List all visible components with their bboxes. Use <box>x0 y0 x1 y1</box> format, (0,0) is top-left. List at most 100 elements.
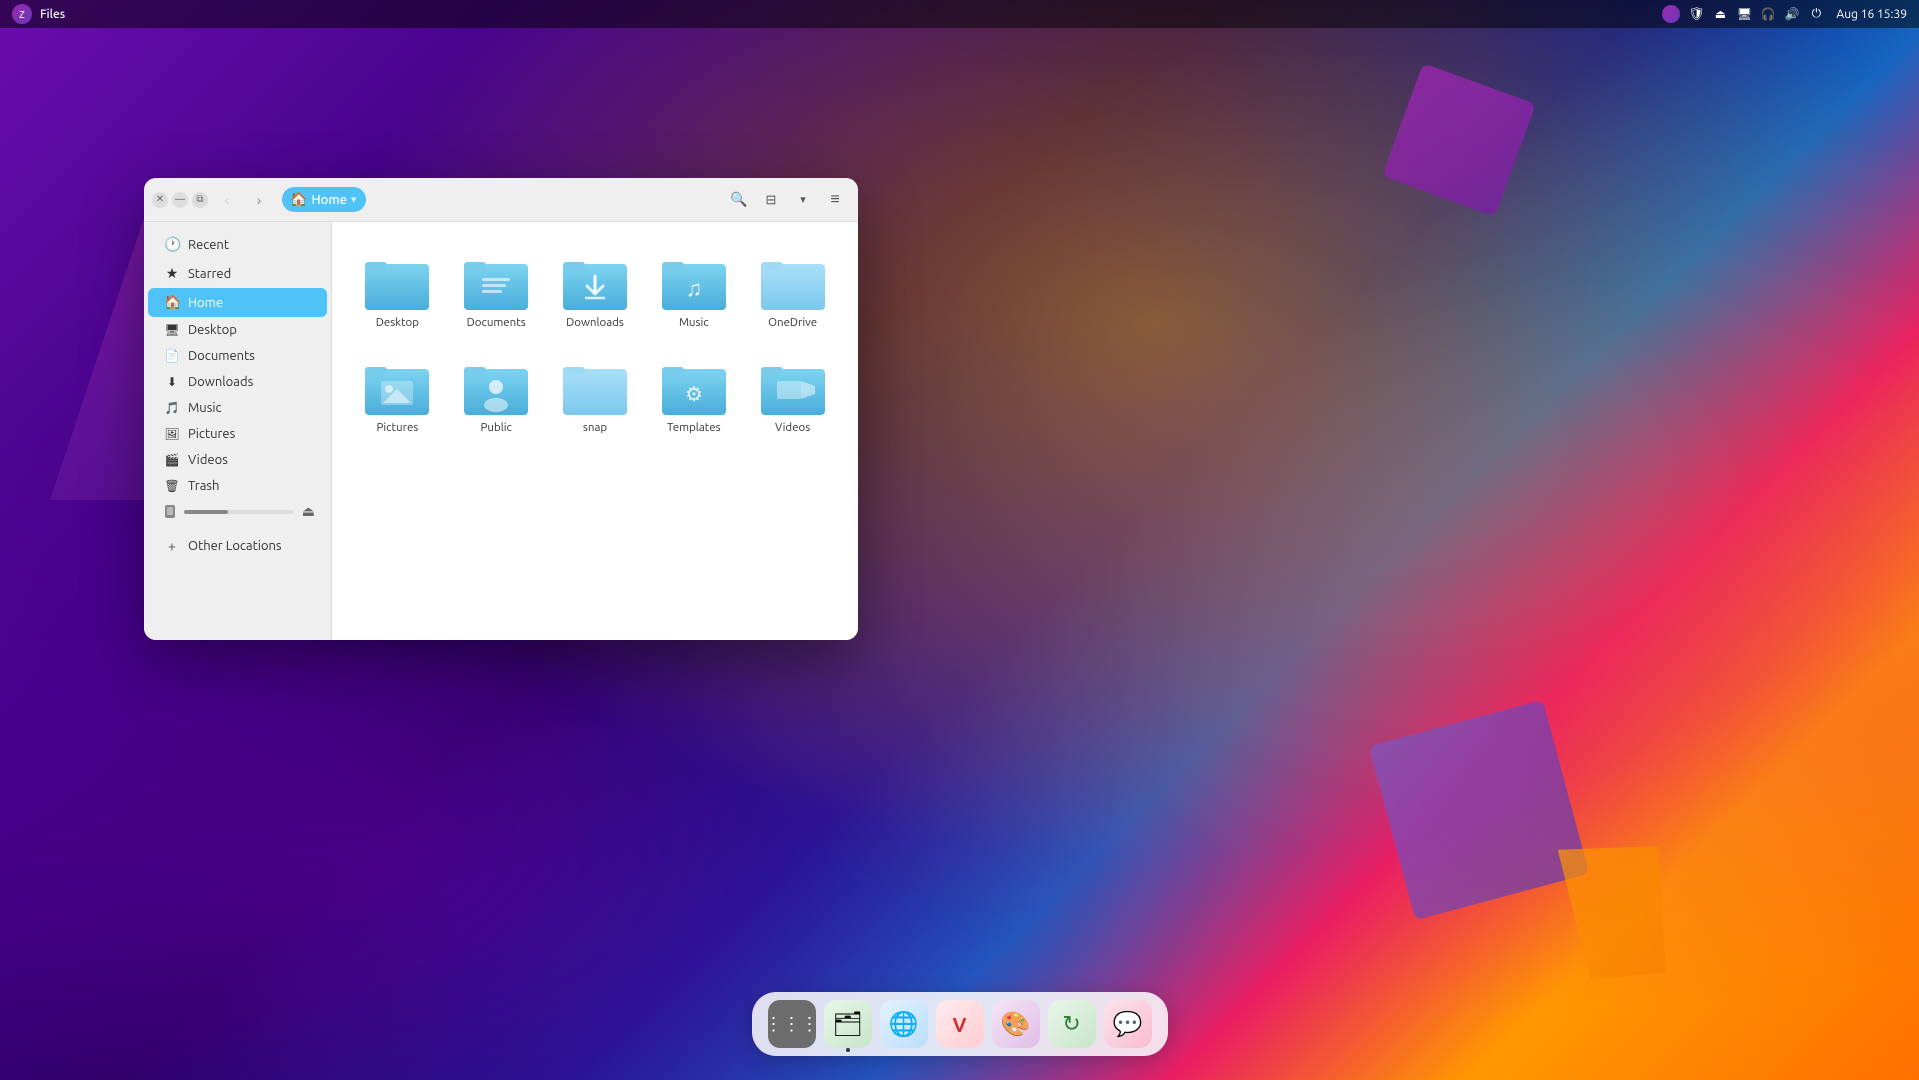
downloads-icon: ⬇ <box>164 375 180 389</box>
back-button[interactable]: ‹ <box>214 187 240 213</box>
dock-item-colors[interactable]: 🎨 <box>992 1000 1040 1048</box>
home-sidebar-icon: 🏠 <box>164 294 180 311</box>
topbar: Z Files 🛡 ⏏ 🖥 🎧 🔊 ⏻ Aug 16 15:39 <box>0 0 1919 28</box>
videos-icon: 🎬 <box>164 453 180 467</box>
recent-icon: 🕐 <box>164 236 180 253</box>
trash-icon: 🗑 <box>164 479 180 493</box>
topbar-app-name: Files <box>40 8 65 21</box>
close-button[interactable]: ✕ <box>152 192 168 208</box>
minimize-button[interactable]: — <box>172 192 188 208</box>
svg-text:♫: ♫ <box>686 276 703 301</box>
dock-active-dot <box>846 1048 850 1052</box>
profile-icon[interactable] <box>1662 5 1680 23</box>
sidebar-item-music-label: Music <box>188 401 222 415</box>
window-body: 🕐 Recent ★ Starred 🏠 Home 🖥 Desktop 📄 Do <box>144 222 858 640</box>
file-item-desktop[interactable]: Desktop <box>352 242 443 339</box>
pictures-icon: 🖼 <box>164 427 180 441</box>
file-name-pictures: Pictures <box>377 421 419 436</box>
view-list-button[interactable]: ⊟ <box>756 185 786 215</box>
titlebar-actions: 🔍 ⊟ ▾ ≡ <box>724 185 850 215</box>
music-icon: 🎵 <box>164 401 180 415</box>
file-item-music[interactable]: ♫ Music <box>648 242 739 339</box>
file-name-documents: Documents <box>467 316 526 331</box>
home-icon: 🏠 <box>290 191 307 208</box>
folder-icon-snap <box>563 359 627 415</box>
chat-icon: 💬 <box>1113 1010 1143 1038</box>
sidebar-item-home[interactable]: 🏠 Home <box>148 288 327 317</box>
file-item-downloads[interactable]: Downloads <box>550 242 641 339</box>
sidebar-item-recent-label: Recent <box>188 238 229 252</box>
restore-button[interactable]: ⧉ <box>192 192 208 208</box>
topbar-right: 🛡 ⏏ 🖥 🎧 🔊 ⏻ Aug 16 15:39 <box>1662 5 1907 23</box>
eject-icon[interactable]: ⏏ <box>1712 6 1728 22</box>
file-item-snap[interactable]: snap <box>550 347 641 444</box>
sidebar-item-starred[interactable]: ★ Starred <box>148 259 327 288</box>
browser-icon: 🌐 <box>889 1010 919 1038</box>
dock-item-vivaldi[interactable]: V <box>936 1000 984 1048</box>
dock-item-files[interactable]: 🗂 <box>824 1000 872 1048</box>
file-item-documents[interactable]: Documents <box>451 242 542 339</box>
update-icon: ↻ <box>1062 1011 1080 1037</box>
sidebar-item-music[interactable]: 🎵 Music <box>148 395 327 421</box>
forward-button[interactable]: › <box>246 187 272 213</box>
sidebar-item-trash[interactable]: 🗑 Trash <box>148 473 327 499</box>
file-item-onedrive[interactable]: OneDrive <box>747 242 838 339</box>
topbar-datetime: Aug 16 15:39 <box>1836 8 1907 21</box>
location-bar[interactable]: 🏠 Home ▾ <box>282 187 366 212</box>
sidebar-item-documents-label: Documents <box>188 349 255 363</box>
power-icon[interactable]: ⏻ <box>1808 6 1824 22</box>
sidebar-item-videos-label: Videos <box>188 453 228 467</box>
search-button[interactable]: 🔍 <box>724 185 754 215</box>
dock-item-apps[interactable]: ⋮⋮⋮ <box>768 1000 816 1048</box>
sidebar-drive[interactable]: ⏏ <box>148 499 327 524</box>
file-name-videos: Videos <box>775 421 810 436</box>
file-item-pictures[interactable]: Pictures <box>352 347 443 444</box>
desktop-icon: 🖥 <box>164 323 180 337</box>
folder-icon-downloads <box>563 254 627 310</box>
folder-icon-pictures <box>365 359 429 415</box>
sidebar-item-pictures-label: Pictures <box>188 427 235 441</box>
folder-icon-templates: ⚙ <box>662 359 726 415</box>
shield-icon[interactable]: 🛡 <box>1688 6 1704 22</box>
sidebar-item-downloads[interactable]: ⬇ Downloads <box>148 369 327 395</box>
file-item-templates[interactable]: ⚙ Templates <box>648 347 739 444</box>
menu-button[interactable]: ≡ <box>820 185 850 215</box>
sidebar-item-videos[interactable]: 🎬 Videos <box>148 447 327 473</box>
drive-icon <box>164 505 176 519</box>
volume-icon[interactable]: 🔊 <box>1784 6 1800 22</box>
activities-icon[interactable]: Z <box>12 4 32 24</box>
folder-icon-documents <box>464 254 528 310</box>
drive-usage-bar <box>184 510 228 514</box>
file-name-music: Music <box>679 316 709 331</box>
file-name-templates: Templates <box>667 421 721 436</box>
sidebar-item-downloads-label: Downloads <box>188 375 253 389</box>
file-name-snap: snap <box>583 421 607 436</box>
sidebar-item-documents[interactable]: 📄 Documents <box>148 343 327 369</box>
view-options-button[interactable]: ▾ <box>788 185 818 215</box>
dock-item-browser[interactable]: 🌐 <box>880 1000 928 1048</box>
sidebar-item-trash-label: Trash <box>188 479 219 493</box>
file-item-videos[interactable]: Videos <box>747 347 838 444</box>
taskbar-dock: ⋮⋮⋮ 🗂 🌐 V 🎨 ↻ 💬 <box>752 992 1168 1056</box>
files-grid: Desktop Documents <box>352 242 838 444</box>
other-locations-icon: + <box>164 538 180 554</box>
documents-icon: 📄 <box>164 349 180 363</box>
apps-grid-icon: ⋮⋮⋮ <box>765 1015 819 1033</box>
colors-icon: 🎨 <box>1001 1010 1031 1038</box>
file-item-public[interactable]: Public <box>451 347 542 444</box>
headphone-icon[interactable]: 🎧 <box>1760 6 1776 22</box>
sidebar-item-desktop[interactable]: 🖥 Desktop <box>148 317 327 343</box>
monitor-icon[interactable]: 🖥 <box>1736 6 1752 22</box>
chevron-down-icon: ▾ <box>800 193 806 206</box>
drive-eject-icon[interactable]: ⏏ <box>302 503 315 520</box>
dock-item-chat[interactable]: 💬 <box>1104 1000 1152 1048</box>
sidebar-item-pictures[interactable]: 🖼 Pictures <box>148 421 327 447</box>
hamburger-icon: ≡ <box>830 191 839 209</box>
sidebar-item-other-locations-label: Other Locations <box>188 539 282 553</box>
titlebar: ✕ — ⧉ ‹ › 🏠 Home ▾ 🔍 ⊟ ▾ ≡ <box>144 178 858 222</box>
dock-item-update[interactable]: ↻ <box>1048 1000 1096 1048</box>
file-name-public: Public <box>481 421 512 436</box>
sidebar-item-other-locations[interactable]: + Other Locations <box>148 532 327 560</box>
sidebar-item-recent[interactable]: 🕐 Recent <box>148 230 327 259</box>
file-name-downloads: Downloads <box>566 316 624 331</box>
